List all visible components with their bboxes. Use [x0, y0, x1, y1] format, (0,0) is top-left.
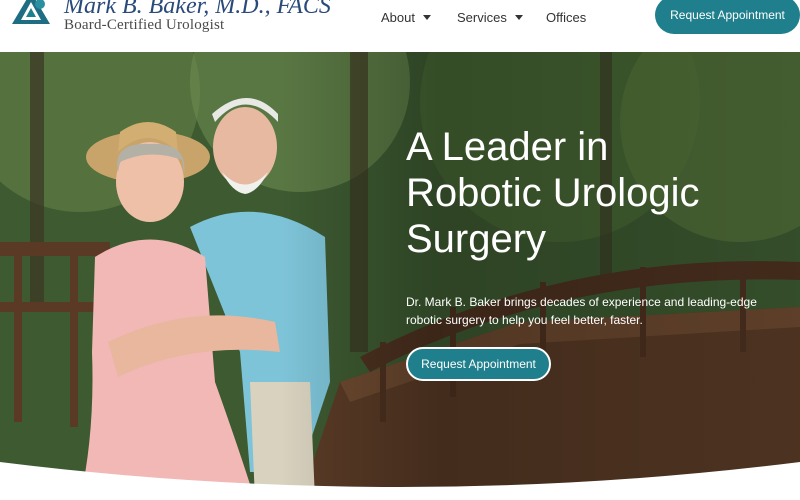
nav-services-label: Services — [457, 9, 507, 25]
nav-item-offices[interactable]: Offices — [546, 9, 586, 25]
hero-request-appointment-button[interactable]: Request Appointment — [406, 347, 551, 381]
hero-section: A Leader in Robotic Urologic Surgery Dr.… — [0, 52, 800, 500]
nav-offices-label: Offices — [546, 9, 587, 25]
chevron-down-icon — [514, 14, 523, 20]
site-header: Mark B. Baker, M.D., FACS Board-Certifie… — [0, 0, 800, 52]
nav-about-label: About — [381, 9, 415, 25]
hero-title-line-3: Surgery — [406, 217, 547, 261]
hero-title-line-1: A Leader in — [406, 125, 609, 169]
hero-title-line-2: Robotic Urologic — [406, 171, 700, 215]
hero-title: A Leader in Robotic Urologic Surgery — [406, 124, 796, 262]
nav-item-services[interactable]: Services — [457, 9, 523, 25]
brand-subtitle: Board-Certified Urologist — [64, 17, 225, 33]
header-request-appointment-button[interactable]: Request Appointment — [655, 0, 800, 34]
triangle-swirl-logo-icon[interactable] — [10, 0, 52, 34]
nav-item-about[interactable]: About — [381, 9, 431, 25]
hero-description: Dr. Mark B. Baker brings decades of expe… — [406, 295, 757, 327]
hero-curve-divider — [0, 462, 800, 500]
chevron-down-icon — [422, 14, 431, 20]
